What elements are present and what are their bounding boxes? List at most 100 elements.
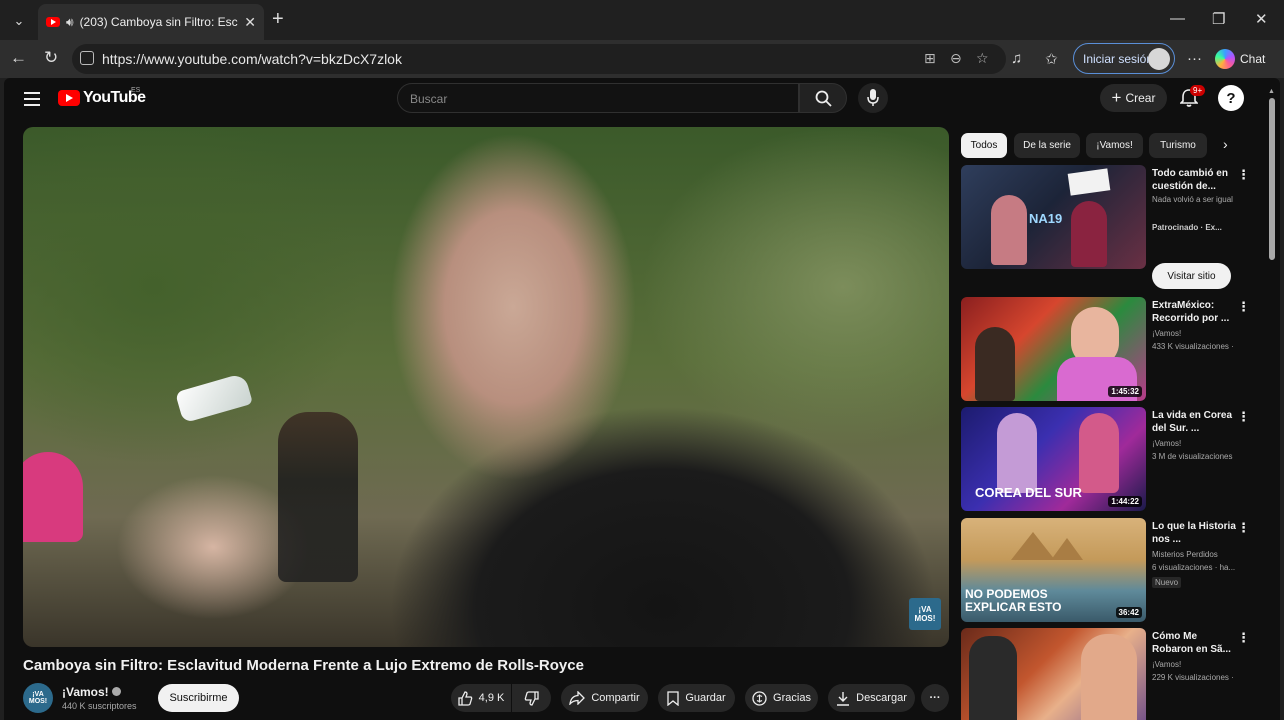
copilot-icon <box>1215 49 1235 69</box>
search-button[interactable] <box>799 83 847 113</box>
speaker-icon[interactable]: 🔊︎ <box>66 15 74 30</box>
recommendation-item[interactable]: NO PODEMOS EXPLICAR ESTO 36:42 Lo que la… <box>961 518 1266 622</box>
more-vert-icon[interactable]: ⋮ <box>1237 299 1250 315</box>
page-scrollbar[interactable]: ▲ <box>1268 88 1276 720</box>
video-duration: 1:45:32 <box>1108 386 1142 397</box>
app-available-icon[interactable]: ⊞ <box>924 50 936 67</box>
channel-avatar[interactable]: ¡VA MOS! <box>23 683 53 713</box>
super-thanks-icon <box>752 690 767 706</box>
recommendation-title[interactable]: Cómo Me Robaron en Sã... <box>1152 630 1236 656</box>
thumbnail-caption: NO PODEMOS EXPLICAR ESTO <box>965 587 1062 614</box>
recommendation-title[interactable]: Lo que la Historia nos ... <box>1152 520 1236 546</box>
more-vert-icon[interactable]: ⋮ <box>1237 520 1250 536</box>
chips-next-icon[interactable]: › <box>1223 136 1228 152</box>
chip-vamos[interactable]: ¡Vamos! <box>1086 133 1143 158</box>
settings-more-icon[interactable]: ··· <box>1187 50 1202 67</box>
sign-in-label: Iniciar sesión <box>1083 51 1154 66</box>
recommendation-channel[interactable]: ¡Vamos! <box>1152 329 1181 338</box>
address-bar[interactable]: https://www.youtube.com/watch?v=bkzDcX7z… <box>72 44 1006 74</box>
recommendation-meta: 6 visualizaciones · ha... <box>1152 563 1236 572</box>
recommendation-channel[interactable]: Misterios Perdidos <box>1152 550 1218 559</box>
back-icon[interactable]: ← <box>10 48 27 68</box>
zoom-icon[interactable]: ⊖ <box>950 50 962 67</box>
save-button[interactable]: Guardar <box>658 684 735 712</box>
recommendation-item[interactable]: NA19 Todo cambió en cuestión de... Nada … <box>961 165 1266 289</box>
subscriber-count: 440 K suscriptores <box>62 701 137 711</box>
visit-site-button[interactable]: Visitar sitio <box>1152 263 1231 289</box>
thumbnail-caption: NA19 <box>1029 211 1063 226</box>
thanks-button[interactable]: Gracias <box>745 684 818 712</box>
recommendation-channel[interactable]: ¡Vamos! <box>1152 660 1181 669</box>
search-placeholder: Buscar <box>410 92 448 106</box>
new-badge: Nuevo <box>1152 577 1182 588</box>
country-code: ES <box>131 87 141 94</box>
video-duration: 1:44:22 <box>1108 496 1142 507</box>
notifications-badge: 9+ <box>1190 85 1206 96</box>
video-player[interactable]: ¡VA MOS! <box>23 127 949 647</box>
browser-tab[interactable]: 🔊︎ (203) Camboya sin Filtro: Escla ✕ <box>38 4 264 40</box>
video-thumbnail[interactable]: NA19 <box>961 165 1146 269</box>
channel-name-container[interactable]: ¡Vamos! <box>62 685 121 699</box>
chip-de-la-serie[interactable]: De la serie <box>1014 133 1080 158</box>
more-vert-icon[interactable]: ⋮ <box>1237 167 1250 183</box>
chip-todos[interactable]: Todos <box>961 133 1007 158</box>
thumbnail-caption: COREA DEL SUR <box>975 485 1082 500</box>
recommendation-title[interactable]: ExtraMéxico: Recorrido por ... <box>1152 299 1236 325</box>
thumbs-down-icon <box>524 690 539 706</box>
maximize-icon[interactable]: ❐ <box>1212 10 1225 28</box>
recommendation-item[interactable]: Cómo Me Robaron en Sã... ¡Vamos! 229 K v… <box>961 628 1266 720</box>
window-close-icon[interactable]: ✕ <box>1255 10 1268 28</box>
sign-in-button[interactable]: Iniciar sesión <box>1073 43 1175 74</box>
refresh-icon[interactable]: ↻ <box>44 48 58 68</box>
video-frame-crystal <box>174 372 254 424</box>
copilot-chat-button[interactable]: Chat <box>1215 45 1277 73</box>
chat-label: Chat <box>1240 52 1266 66</box>
recommendation-item[interactable]: 1:45:32 ExtraMéxico: Recorrido por ... ¡… <box>961 297 1266 401</box>
video-thumbnail[interactable]: NO PODEMOS EXPLICAR ESTO 36:42 <box>961 518 1146 622</box>
share-button[interactable]: Compartir <box>561 684 648 712</box>
recommendation-channel: Nada volvió a ser igual <box>1152 195 1233 204</box>
search-icon <box>815 90 832 107</box>
subscribe-button[interactable]: Suscribirme <box>158 684 239 712</box>
favorite-star-icon[interactable]: ☆ <box>976 50 989 67</box>
account-avatar[interactable]: ? <box>1218 85 1244 111</box>
video-thumbnail[interactable] <box>961 628 1146 720</box>
recommendation-item[interactable]: COREA DEL SUR 1:44:22 La vida en Corea d… <box>961 407 1266 511</box>
menu-icon[interactable] <box>24 92 40 110</box>
more-vert-icon[interactable]: ⋮ <box>1237 630 1250 646</box>
profile-avatar-icon <box>1148 48 1170 70</box>
recommendation-channel[interactable]: ¡Vamos! <box>1152 439 1181 448</box>
video-frame-bystander <box>278 412 358 582</box>
url-text[interactable]: https://www.youtube.com/watch?v=bkzDcX7z… <box>102 51 402 67</box>
tab-actions-menu-icon[interactable]: ⌄ <box>6 8 32 34</box>
site-info-icon[interactable] <box>80 51 94 65</box>
video-thumbnail[interactable]: 1:45:32 <box>961 297 1146 401</box>
video-title: Camboya sin Filtro: Esclavitud Moderna F… <box>23 657 584 674</box>
video-frame-bystander-hat <box>23 452 83 542</box>
plus-icon: + <box>1111 88 1122 107</box>
create-button[interactable]: + Crear <box>1100 84 1167 112</box>
recommendation-title[interactable]: La vida en Corea del Sur. ... <box>1152 409 1236 435</box>
recommendation-title[interactable]: Todo cambió en cuestión de... <box>1152 167 1236 193</box>
close-tab-icon[interactable]: ✕ <box>244 14 256 31</box>
chip-turismo[interactable]: Turismo <box>1149 133 1207 158</box>
search-input[interactable]: Buscar <box>397 83 799 113</box>
more-vert-icon[interactable]: ⋮ <box>1237 409 1250 425</box>
video-thumbnail[interactable]: COREA DEL SUR 1:44:22 <box>961 407 1146 511</box>
favorites-icon[interactable]: ✩ <box>1045 50 1058 68</box>
like-button[interactable]: 4,9 K <box>451 684 511 712</box>
download-button[interactable]: Descargar <box>828 684 915 712</box>
youtube-page: YouTube ES Buscar + Crear 9+ ? ▲ ¡VA MOS… <box>4 78 1280 720</box>
youtube-logo-icon <box>58 90 80 106</box>
read-aloud-icon[interactable]: ♫ <box>1011 50 1022 67</box>
new-tab-icon[interactable]: + <box>272 9 284 29</box>
channel-watermark[interactable]: ¡VA MOS! <box>909 598 941 630</box>
dislike-button[interactable] <box>512 684 551 712</box>
more-actions-button[interactable]: ··· <box>921 684 949 712</box>
channel-name[interactable]: ¡Vamos! <box>62 685 109 699</box>
scroll-up-icon[interactable]: ▲ <box>1268 88 1275 95</box>
minimize-icon[interactable]: — <box>1170 10 1185 27</box>
voice-search-button[interactable] <box>858 83 888 113</box>
like-count: 4,9 K <box>478 692 505 704</box>
scrollbar-thumb[interactable] <box>1269 98 1275 260</box>
